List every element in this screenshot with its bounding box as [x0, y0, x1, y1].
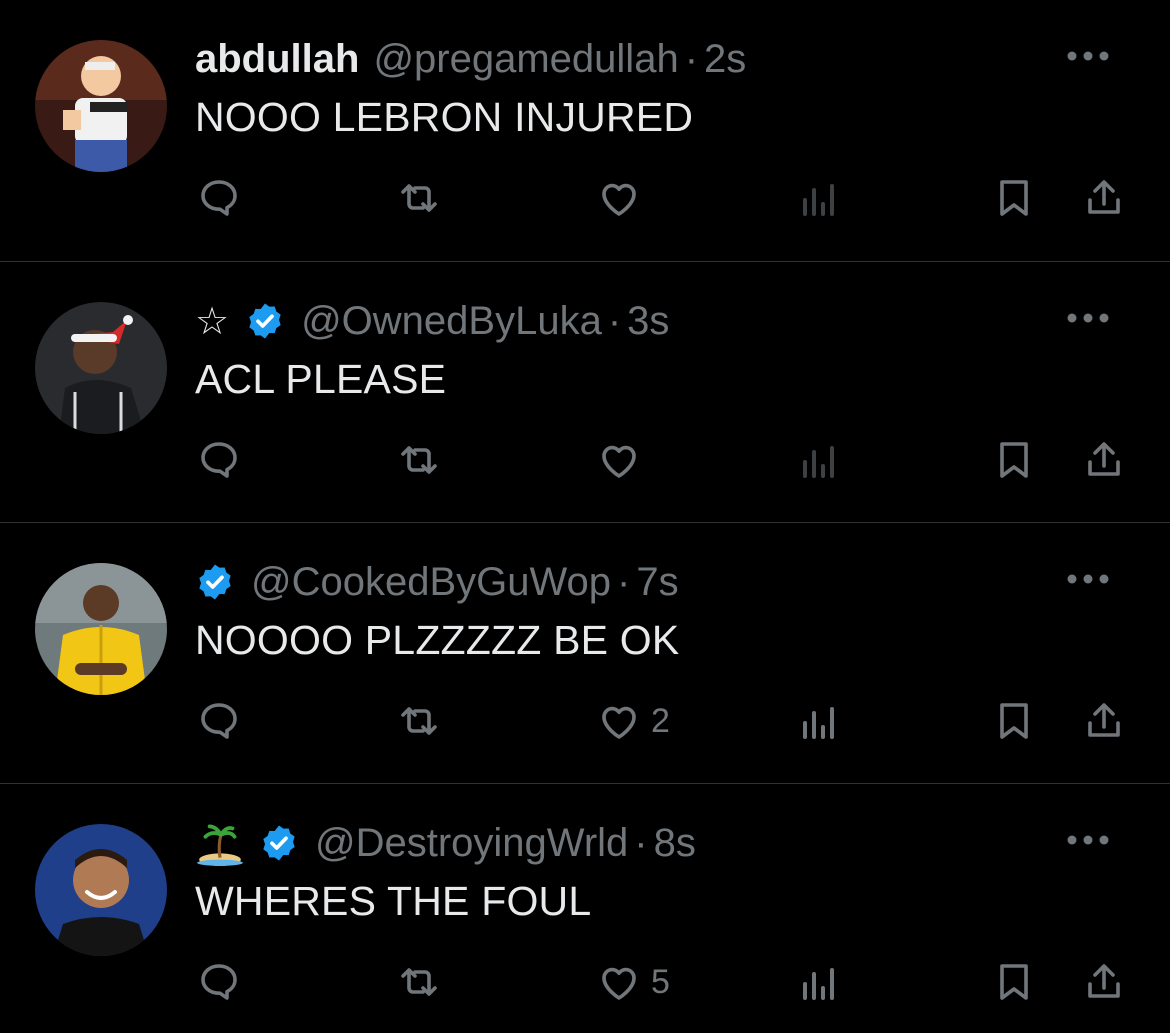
- separator-dot: ·: [684, 36, 699, 81]
- bookmark-icon: [1000, 180, 1028, 216]
- share-icon: [1088, 703, 1120, 737]
- tweet-2[interactable]: ☆ @OwnedByLuka · 3s ACL PLEASE: [0, 262, 1170, 523]
- separator-dot: ·: [607, 298, 622, 343]
- bookmark-button[interactable]: [990, 957, 1038, 1007]
- island-emoji-icon: [197, 824, 243, 866]
- views-button[interactable]: [795, 435, 843, 485]
- heart-icon: [602, 967, 636, 1000]
- separator-dot: ·: [617, 559, 631, 604]
- reply-button[interactable]: [195, 957, 243, 1007]
- bookmark-icon: [1000, 442, 1028, 478]
- user-handle[interactable]: @CookedByGuWop: [251, 560, 611, 605]
- views-button[interactable]: [795, 173, 843, 223]
- timestamp[interactable]: 7s: [636, 560, 678, 605]
- tweet-text: NOOOO PLZZZZZ BE OK: [195, 617, 680, 663]
- bookmark-icon: [1000, 703, 1028, 739]
- views-bar-chart-icon: [803, 446, 834, 478]
- like-button[interactable]: 2: [595, 696, 670, 746]
- user-handle[interactable]: @DestroyingWrld: [315, 821, 628, 866]
- verified-badge-icon[interactable]: [245, 301, 285, 341]
- retweet-icon: [401, 446, 437, 474]
- action-bar: [195, 435, 1135, 485]
- tweet-4[interactable]: @DestroyingWrld · 8s WHERES THE FOUL 5: [0, 784, 1170, 1033]
- share-icon: [1088, 180, 1120, 214]
- tweet-text: NOOO LEBRON INJURED: [195, 94, 694, 140]
- timeline-feed: abdullah @pregamedullah · 2s NOOO LEBRON…: [0, 0, 1170, 1033]
- views-bar-chart-icon: [803, 968, 834, 1000]
- retweet-icon: [401, 184, 437, 212]
- tweet-text: ACL PLEASE: [195, 356, 447, 402]
- tweet-text: WHERES THE FOUL: [195, 878, 592, 924]
- like-button[interactable]: 5: [595, 957, 670, 1007]
- more-options-icon[interactable]: [1066, 50, 1110, 62]
- tweet-1[interactable]: abdullah @pregamedullah · 2s NOOO LEBRON…: [0, 0, 1170, 262]
- share-button[interactable]: [1080, 696, 1128, 746]
- player-yellow-jacket-avatar-icon: [35, 563, 167, 695]
- user-handle[interactable]: @pregamedullah: [373, 37, 678, 82]
- reply-button[interactable]: [195, 173, 243, 223]
- like-count: 2: [651, 701, 670, 740]
- retweet-icon: [401, 968, 437, 996]
- retweet-button[interactable]: [395, 435, 443, 485]
- timestamp[interactable]: 2s: [704, 37, 746, 82]
- user-handle[interactable]: @OwnedByLuka: [301, 299, 602, 344]
- tweet-header: @DestroyingWrld · 8s: [195, 818, 696, 868]
- avatar[interactable]: [35, 40, 167, 172]
- more-options-icon[interactable]: [1066, 834, 1110, 846]
- share-icon: [1088, 964, 1120, 998]
- reply-icon: [201, 180, 237, 216]
- tweet-header: abdullah @pregamedullah · 2s: [195, 34, 746, 84]
- display-name[interactable]: abdullah: [195, 37, 359, 82]
- bookmark-button[interactable]: [990, 435, 1038, 485]
- verified-badge-icon[interactable]: [259, 823, 299, 863]
- reply-icon: [201, 442, 237, 478]
- views-button[interactable]: [795, 957, 843, 1007]
- like-button[interactable]: [595, 435, 651, 485]
- like-button[interactable]: [595, 173, 651, 223]
- reply-button[interactable]: [195, 696, 243, 746]
- share-button[interactable]: [1080, 435, 1128, 485]
- timestamp[interactable]: 3s: [627, 299, 669, 344]
- like-count: 5: [651, 962, 670, 1001]
- verified-badge-icon[interactable]: [195, 562, 235, 602]
- views-button[interactable]: [795, 696, 843, 746]
- more-options-icon[interactable]: [1066, 312, 1110, 324]
- heart-icon: [602, 183, 636, 216]
- star-icon: ☆: [195, 300, 230, 343]
- bookmark-button[interactable]: [990, 173, 1038, 223]
- player-santa-hat-avatar-icon: [35, 302, 167, 434]
- reply-button[interactable]: [195, 435, 243, 485]
- heart-icon: [602, 445, 636, 478]
- action-bar: [195, 173, 1135, 223]
- bookmark-icon: [1000, 964, 1028, 1000]
- share-icon: [1088, 442, 1120, 476]
- action-bar: 5: [195, 957, 1135, 1007]
- retweet-button[interactable]: [395, 957, 443, 1007]
- cartoon-character-avatar-icon: [35, 40, 167, 172]
- reply-icon: [201, 703, 237, 739]
- retweet-icon: [401, 707, 437, 735]
- tweet-3[interactable]: @CookedByGuWop · 7s NOOOO PLZZZZZ BE OK …: [0, 523, 1170, 784]
- avatar[interactable]: [35, 563, 167, 695]
- retweet-button[interactable]: [395, 173, 443, 223]
- tweet-header: @CookedByGuWop · 7s: [195, 557, 679, 607]
- smiling-player-avatar-icon: [35, 824, 167, 956]
- timestamp[interactable]: 8s: [654, 821, 696, 866]
- retweet-button[interactable]: [395, 696, 443, 746]
- more-options-icon[interactable]: [1066, 573, 1110, 585]
- heart-icon: [602, 706, 636, 739]
- share-button[interactable]: [1080, 173, 1128, 223]
- views-bar-chart-icon: [803, 184, 834, 216]
- action-bar: 2: [195, 696, 1135, 746]
- bookmark-button[interactable]: [990, 696, 1038, 746]
- avatar[interactable]: [35, 824, 167, 956]
- reply-icon: [201, 964, 237, 1000]
- tweet-header: ☆ @OwnedByLuka · 3s: [195, 296, 669, 346]
- avatar[interactable]: [35, 302, 167, 434]
- views-bar-chart-icon: [803, 707, 834, 739]
- share-button[interactable]: [1080, 957, 1128, 1007]
- separator-dot: ·: [634, 820, 648, 865]
